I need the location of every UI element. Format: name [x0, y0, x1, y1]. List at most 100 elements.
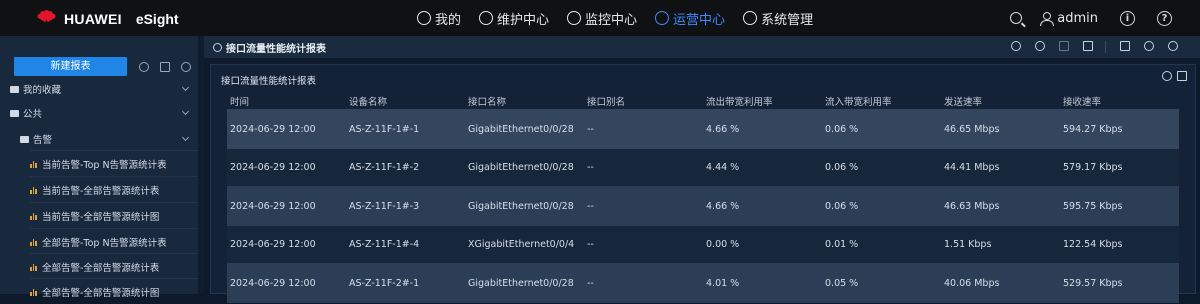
panel-tools — [1157, 71, 1187, 81]
new-report-button[interactable]: 新建报表 — [14, 57, 127, 76]
tree-item-report[interactable]: 当前告警-Top N告警源统计表 — [30, 150, 198, 176]
column-header[interactable]: 接口名称 — [465, 92, 584, 109]
chart-icon — [30, 212, 38, 220]
toolbar-divider — [1105, 41, 1106, 53]
tree-item-report[interactable]: 全部告警-Top N告警源统计表 — [30, 228, 198, 254]
table-cell: 2024-06-29 12:00 — [227, 149, 346, 186]
table-cell: 0.06 % — [822, 109, 941, 149]
tree-item-alarm[interactable]: 告警 — [20, 126, 198, 152]
tree-item-public[interactable]: 公共 — [10, 100, 198, 126]
column-header[interactable]: 发送速率 — [941, 92, 1060, 109]
table-cell: 2024-06-29 12:00 — [227, 186, 346, 226]
tree-item-label: 全部告警-全部告警源统计图 — [42, 287, 160, 299]
settings-icon[interactable] — [1035, 41, 1045, 51]
tree-item-report[interactable]: 当前告警-全部告警源统计图 — [30, 202, 198, 228]
table-row[interactable]: 2024-06-29 12:00 AS-Z-11F-1#-3 GigabitEt… — [227, 186, 1179, 226]
table-cell: 0.05 % — [822, 263, 941, 303]
table-cell: 2024-06-29 12:00 — [227, 109, 346, 149]
chevron-down-icon — [181, 107, 190, 116]
top-bar: HUAWEI eSight 我的 维护中心 监控中心 运营中心 系统管理 adm… — [0, 0, 1200, 36]
tree-item-label: 告警 — [33, 135, 53, 146]
table-row[interactable]: 2024-06-29 12:00 AS-Z-11F-1#-2 GigabitEt… — [227, 149, 1179, 186]
save-icon[interactable] — [1059, 41, 1069, 51]
panel-title: 接口流量性能统计报表 — [221, 76, 317, 87]
table-row[interactable]: 2024-06-29 12:00 AS-Z-11F-2#-1 GigabitEt… — [227, 263, 1179, 303]
column-header[interactable]: 接口别名 — [584, 92, 703, 109]
tree-item-label: 全部告警-Top N告警源统计表 — [42, 237, 167, 249]
column-header[interactable]: 设备名称 — [346, 92, 465, 109]
huawei-logo[interactable]: HUAWEI eSight — [34, 10, 179, 28]
export-icon[interactable] — [1120, 41, 1130, 51]
report-table: 时间 设备名称 接口名称 接口别名 流出带宽利用率 流入带宽利用率 发送速率 接… — [227, 92, 1179, 303]
table-cell: 40.06 Mbps — [941, 263, 1060, 303]
sidebar-scrollbar[interactable] — [198, 36, 204, 294]
column-header[interactable]: 流入带宽利用率 — [822, 92, 941, 109]
history-icon[interactable] — [1144, 41, 1154, 51]
search-icon[interactable] — [139, 62, 149, 72]
tree-item-label: 全部告警-全部告警源统计表 — [42, 262, 160, 274]
table-cell: 44.41 Mbps — [941, 149, 1060, 186]
table-header-row: 时间 设备名称 接口名称 接口别名 流出带宽利用率 流入带宽利用率 发送速率 接… — [227, 92, 1179, 109]
table-row[interactable]: 2024-06-29 12:00 AS-Z-11F-1#-4 XGigabitE… — [227, 226, 1179, 263]
tree-item-label: 公共 — [23, 109, 43, 120]
tree-item-favorites[interactable]: 我的收藏 — [10, 76, 198, 102]
column-header[interactable]: 时间 — [227, 92, 346, 109]
tree-item-report[interactable]: 全部告警-全部告警源统计表 — [30, 253, 198, 279]
nav-system-management[interactable]: 系统管理 — [743, 9, 813, 28]
column-header[interactable]: 接收速率 — [1060, 92, 1179, 109]
username: admin — [1057, 10, 1098, 26]
nav-operations-center[interactable]: 运营中心 — [655, 9, 725, 28]
table-cell: 594.27 Kbps — [1060, 109, 1179, 149]
chevron-down-icon — [181, 133, 190, 142]
folder-icon — [10, 85, 19, 93]
table-cell: 595.75 Kbps — [1060, 186, 1179, 226]
collapse-icon[interactable] — [181, 62, 191, 72]
tree-item-label: 当前告警-全部告警源统计图 — [42, 211, 160, 223]
help-icon[interactable]: ? — [1157, 10, 1172, 26]
expand-icon[interactable] — [1177, 71, 1187, 81]
gear-icon[interactable] — [1162, 71, 1172, 81]
tree-item-label: 我的收藏 — [23, 85, 62, 96]
table-cell: 46.63 Mbps — [941, 186, 1060, 226]
info-icon[interactable]: i — [1120, 10, 1135, 26]
nav-monitor-center[interactable]: 监控中心 — [567, 9, 637, 28]
maintenance-icon — [479, 11, 494, 25]
page-title: 接口流量性能统计报表 — [226, 43, 326, 55]
user-menu[interactable]: admin — [1040, 11, 1098, 26]
table-cell: 2024-06-29 12:00 — [227, 263, 346, 303]
chart-icon — [30, 160, 38, 168]
table-cell: -- — [584, 109, 703, 149]
table-cell: -- — [584, 226, 703, 263]
user-icon — [417, 11, 431, 25]
refresh-icon[interactable] — [1011, 41, 1021, 51]
chart-icon — [30, 263, 38, 271]
check-icon[interactable] — [1168, 41, 1178, 51]
nav-my[interactable]: 我的 — [417, 9, 461, 28]
edit-icon[interactable] — [1083, 41, 1093, 51]
nav-system-label: 系统管理 — [761, 12, 814, 28]
chart-icon — [30, 238, 38, 246]
report-panel: 接口流量性能统计报表 时间 设备名称 接口名称 接口别名 流出带宽利用率 流入带… — [210, 64, 1196, 303]
folder-icon — [10, 109, 19, 117]
new-folder-icon[interactable] — [160, 62, 170, 72]
tree-item-report[interactable]: 当前告警-全部告警源统计表 — [30, 176, 198, 202]
nav-maintenance-label: 维护中心 — [497, 12, 550, 28]
table-cell: 0.00 % — [703, 226, 822, 263]
table-cell: AS-Z-11F-1#-1 — [346, 109, 465, 149]
nav-maintenance-center[interactable]: 维护中心 — [479, 9, 549, 28]
column-header[interactable]: 流出带宽利用率 — [703, 92, 822, 109]
user-icon — [1040, 11, 1055, 26]
chart-icon — [30, 186, 38, 194]
brand-name: HUAWEI — [64, 11, 122, 27]
tree-item-label: 当前告警-全部告警源统计表 — [42, 185, 160, 197]
tree-item-label: 当前告警-Top N告警源统计表 — [42, 159, 167, 171]
gear-icon — [743, 11, 758, 25]
table-cell: 46.65 Mbps — [941, 109, 1060, 149]
operations-icon — [655, 11, 670, 25]
table-row[interactable]: 2024-06-29 12:00 AS-Z-11F-1#-1 GigabitEt… — [227, 109, 1179, 149]
search-icon[interactable] — [1010, 12, 1023, 24]
table-cell: -- — [584, 149, 703, 186]
report-toolbar — [997, 41, 1178, 53]
table-cell: AS-Z-11F-2#-1 — [346, 263, 465, 303]
tree-item-report[interactable]: 全部告警-全部告警源统计图 — [30, 278, 198, 304]
